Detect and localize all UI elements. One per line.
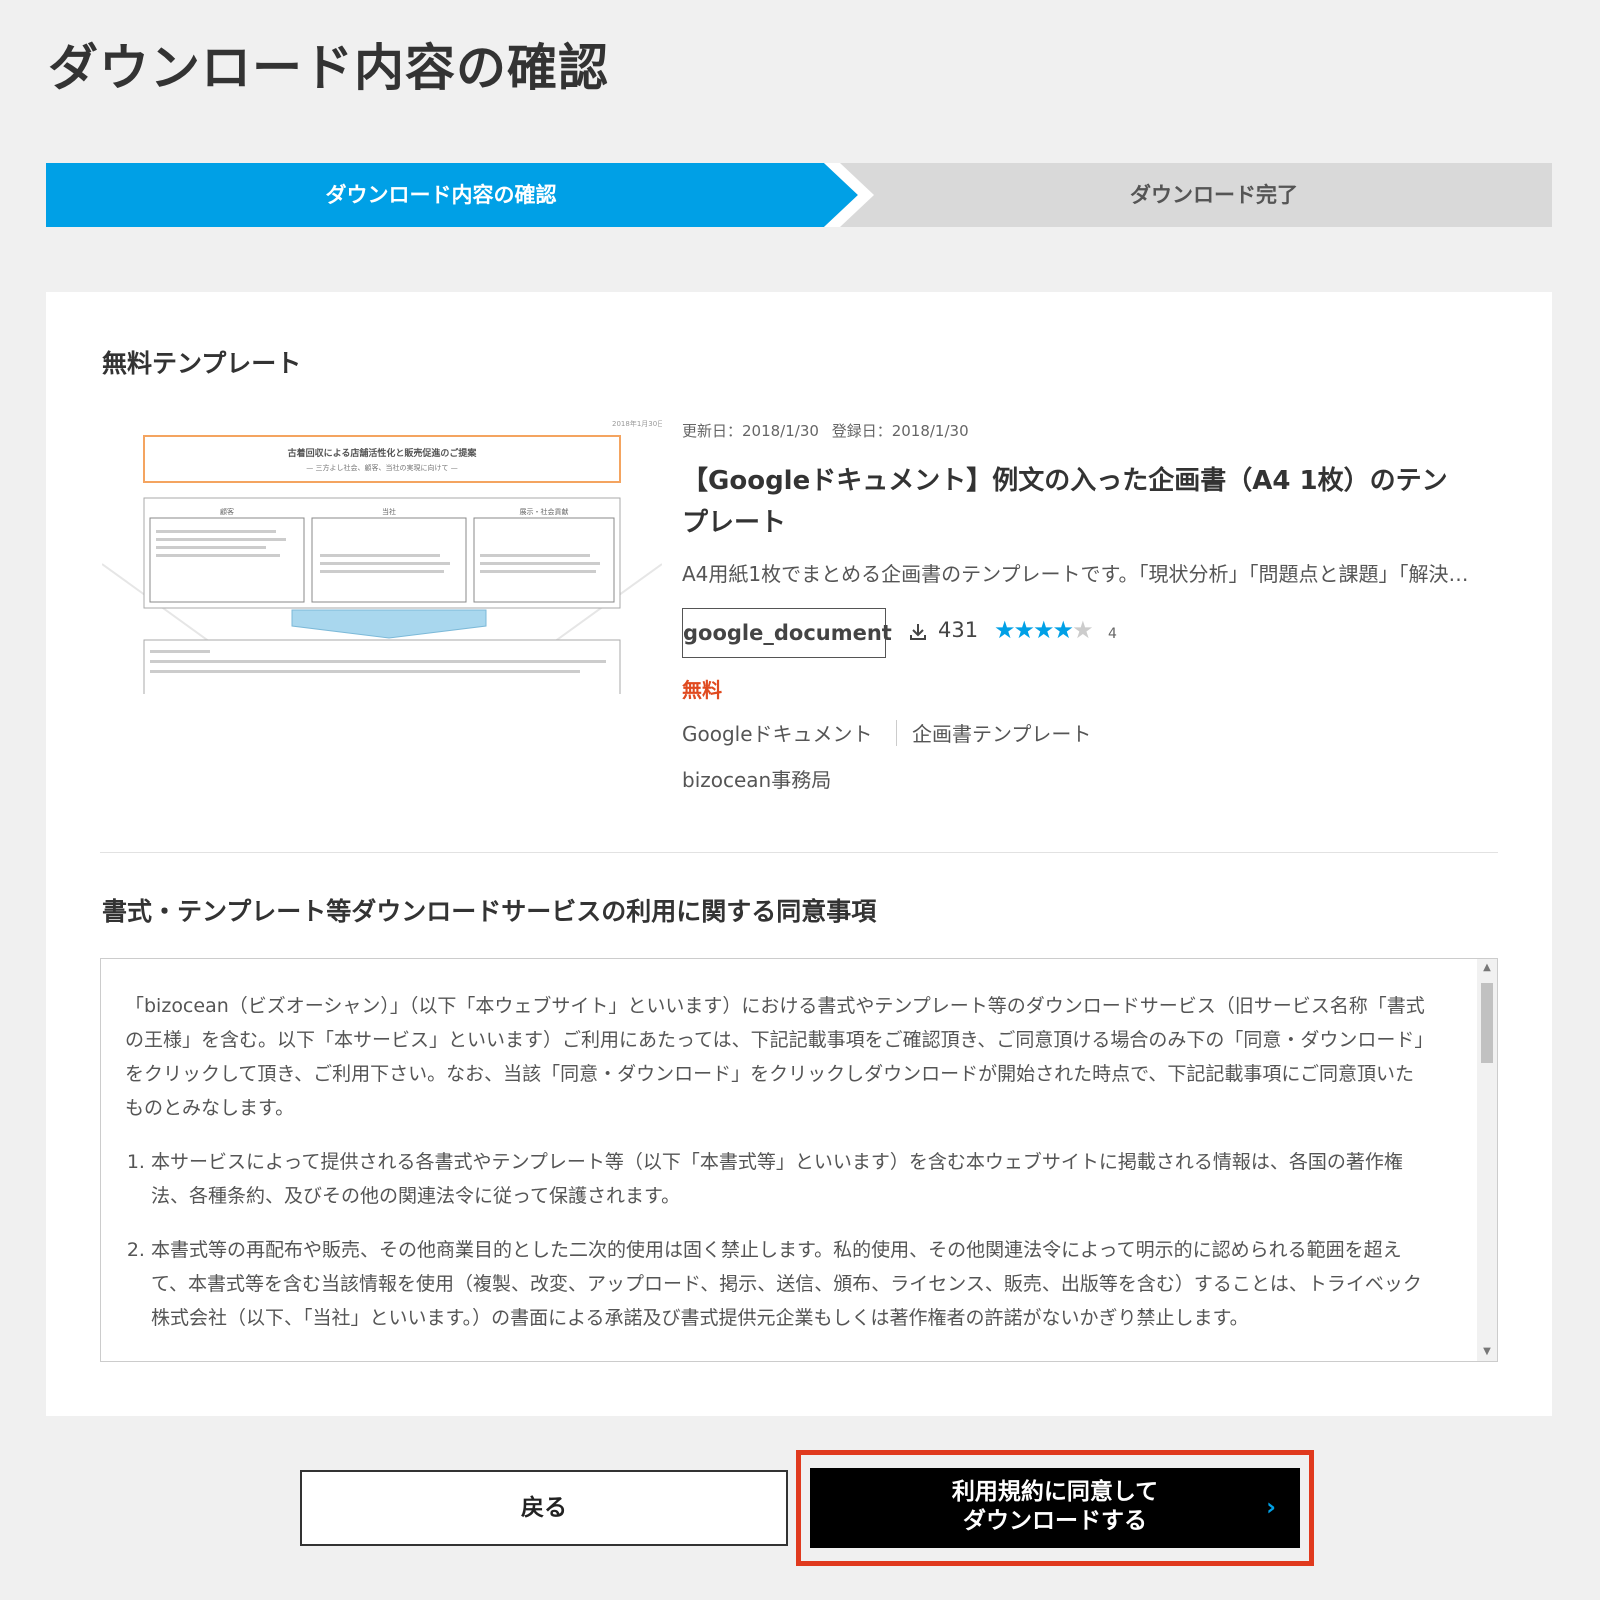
thumb-col3: 展示・社会貢献 (520, 507, 569, 516)
terms-list: 本サービスによって提供される各書式やテンプレート等（以下「本書式等」といいます）… (125, 1145, 1425, 1335)
agree-button-line2: ダウンロードする (963, 1508, 1147, 1534)
category-divider (896, 720, 897, 746)
agree-download-button[interactable]: 利用規約に同意して ダウンロードする › (810, 1468, 1300, 1548)
star-icon: ★ (994, 616, 1015, 644)
terms-content: 「bizocean（ビズオーシャン）」（以下「本ウェブサイト」といいます）におけ… (125, 989, 1425, 1355)
thumb-col2: 当社 (382, 507, 396, 516)
thumb-date: 2018年1月30日 (612, 419, 662, 428)
terms-item: 本サービスによって提供される各書式やテンプレート等（以下「本書式等」といいます）… (151, 1145, 1425, 1213)
chevron-right-icon: › (1266, 1493, 1276, 1521)
step-progress-bar: ダウンロード内容の確認 ダウンロード完了 (46, 163, 1552, 227)
author-link[interactable]: bizocean事務局 (682, 764, 831, 793)
format-tag: google_document (682, 608, 892, 658)
thumb-col1: 顧客 (220, 507, 234, 516)
rating-stars: ★★★★★ (994, 616, 1094, 644)
section-divider (100, 852, 1498, 853)
terms-scrollbar[interactable]: ▲ ▼ (1477, 959, 1497, 1361)
category-link-proposal[interactable]: 企画書テンプレート (912, 718, 1091, 747)
scroll-down-arrow-icon[interactable]: ▼ (1477, 1343, 1497, 1361)
step-2-label: ダウンロード完了 (1130, 183, 1298, 207)
terms-item: 本書式等の再配布や販売、その他商業目的とした二次的使用は固く禁止します。私的使用… (151, 1233, 1425, 1335)
template-thumbnail[interactable]: 2018年1月30日 古着回収による店舗活性化と販売促進のご提案 — 三方よし社… (102, 414, 662, 694)
rating-value: 4 (1108, 626, 1117, 642)
back-button[interactable]: 戻る (300, 1470, 788, 1546)
updated-date: 更新日：2018/1/30 (682, 422, 819, 440)
agree-button-line1: 利用規約に同意して (951, 1479, 1159, 1505)
template-description: A4用紙1枚でまとめる企画書のテンプレートです。「現状分析」「問題点と課題」「解… (682, 562, 1482, 586)
thumb-subheading: — 三方よし社会、顧客、当社の実現に向けて — (306, 463, 457, 472)
category-link-google-docs[interactable]: Googleドキュメント (682, 718, 873, 747)
scroll-thumb[interactable] (1481, 983, 1493, 1063)
step-1-label: ダウンロード内容の確認 (325, 183, 557, 207)
price-label: 無料 (682, 678, 722, 702)
free-template-heading: 無料テンプレート (102, 349, 302, 378)
template-dates: 更新日：2018/1/30 登録日：2018/1/30 (682, 420, 977, 441)
star-icon: ★ (1013, 616, 1035, 644)
download-icon (910, 624, 926, 640)
star-icon: ★ (1033, 616, 1054, 644)
download-confirm-card: 無料テンプレート 2018年1月30日 古着回収による店舗活性化と販売促進のご提… (46, 292, 1552, 1416)
page-title: ダウンロード内容の確認 (48, 38, 609, 97)
registered-date: 登録日：2018/1/30 (831, 422, 969, 440)
thumb-heading: 古着回収による店舗活性化と販売促進のご提案 (288, 447, 478, 459)
template-title[interactable]: 【Googleドキュメント】例文の入った企画書（A4 1枚）のテンプレート (682, 460, 1472, 544)
terms-scroll-box[interactable]: 「bizocean（ビズオーシャン）」（以下「本ウェブサイト」といいます）におけ… (100, 958, 1498, 1362)
terms-intro: 「bizocean（ビズオーシャン）」（以下「本ウェブサイト」といいます）におけ… (125, 995, 1425, 1119)
star-empty-icon: ★ (1072, 616, 1093, 644)
terms-heading: 書式・テンプレート等ダウンロードサービスの利用に関する同意事項 (102, 897, 877, 926)
download-count: 431 (938, 618, 979, 642)
thumbnail-image: 2018年1月30日 古着回収による店舗活性化と販売促進のご提案 — 三方よし社… (102, 419, 662, 694)
scroll-up-arrow-icon[interactable]: ▲ (1477, 959, 1497, 977)
star-icon: ★ (1052, 616, 1074, 644)
